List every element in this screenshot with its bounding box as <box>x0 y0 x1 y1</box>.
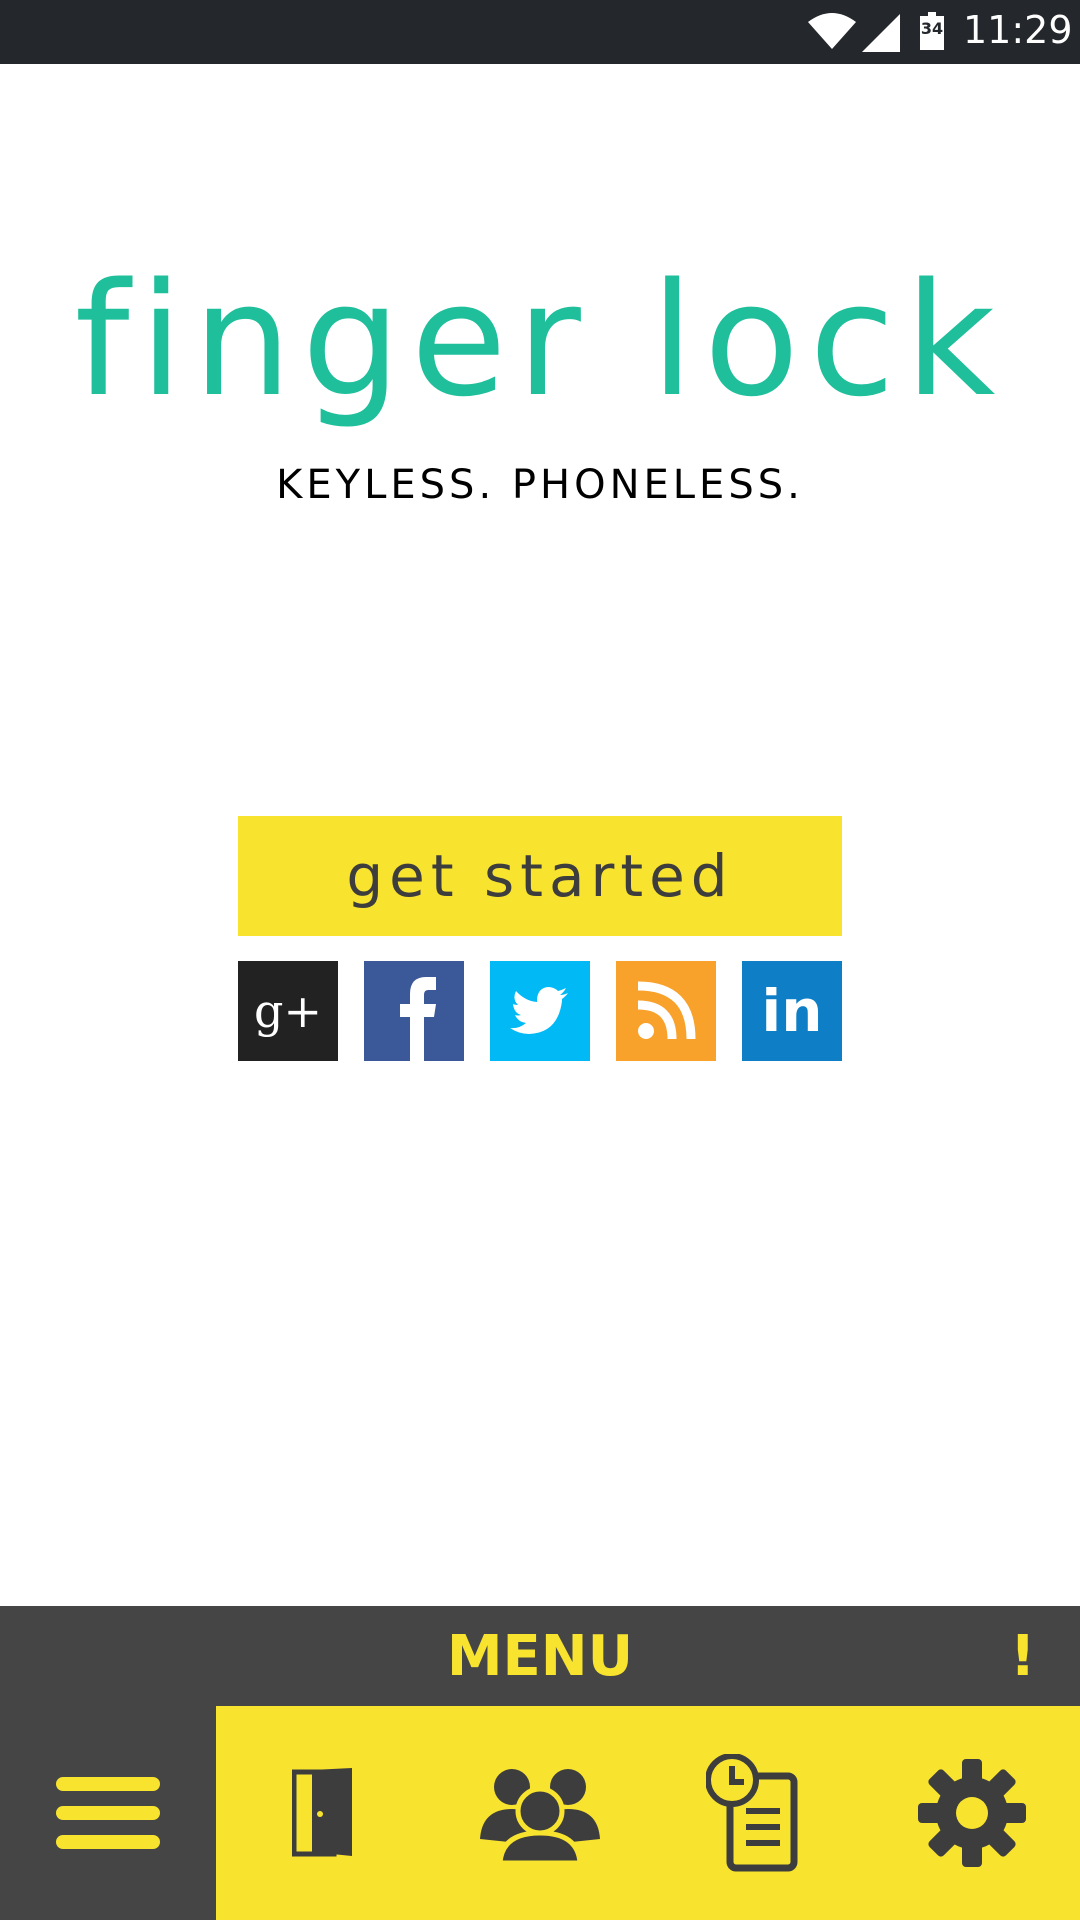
get-started-button[interactable]: get started <box>238 816 842 936</box>
settings-button[interactable] <box>864 1706 1080 1920</box>
rss-icon <box>637 981 696 1040</box>
settings-gear-icon <box>918 1759 1026 1867</box>
doors-button[interactable] <box>216 1706 432 1920</box>
users-button[interactable] <box>432 1706 648 1920</box>
status-time: 11:29 <box>963 8 1073 52</box>
app-logo: finger lock <box>74 249 1006 431</box>
battery-level: 34 <box>920 19 944 38</box>
door-icon <box>292 1768 352 1857</box>
facebook-icon <box>400 977 436 1061</box>
cell-signal-icon <box>862 14 900 52</box>
menu-toggle-button[interactable] <box>0 1706 216 1920</box>
history-button[interactable] <box>648 1706 864 1920</box>
wifi-icon <box>808 13 856 49</box>
status-bar: 34 11:29 <box>0 0 1080 64</box>
hamburger-icon <box>56 1777 160 1849</box>
linkedin-icon: in <box>761 977 823 1045</box>
menu-header: MENU ! <box>0 1606 1080 1706</box>
google-plus-button[interactable]: g+ <box>238 961 338 1061</box>
history-log-icon <box>706 1754 798 1872</box>
rss-button[interactable] <box>616 961 716 1061</box>
twitter-bird-icon <box>510 987 568 1034</box>
twitter-button[interactable] <box>490 961 590 1061</box>
linkedin-button[interactable]: in <box>742 961 842 1061</box>
users-icon <box>480 1769 600 1863</box>
app-tagline: KEYLESS. PHONELESS. <box>276 462 804 508</box>
facebook-button[interactable] <box>364 961 464 1061</box>
google-plus-icon: g+ <box>254 984 322 1038</box>
menu-title: MENU <box>446 1624 634 1689</box>
alert-indicator[interactable]: ! <box>1010 1624 1036 1689</box>
bottom-nav <box>0 1706 1080 1920</box>
